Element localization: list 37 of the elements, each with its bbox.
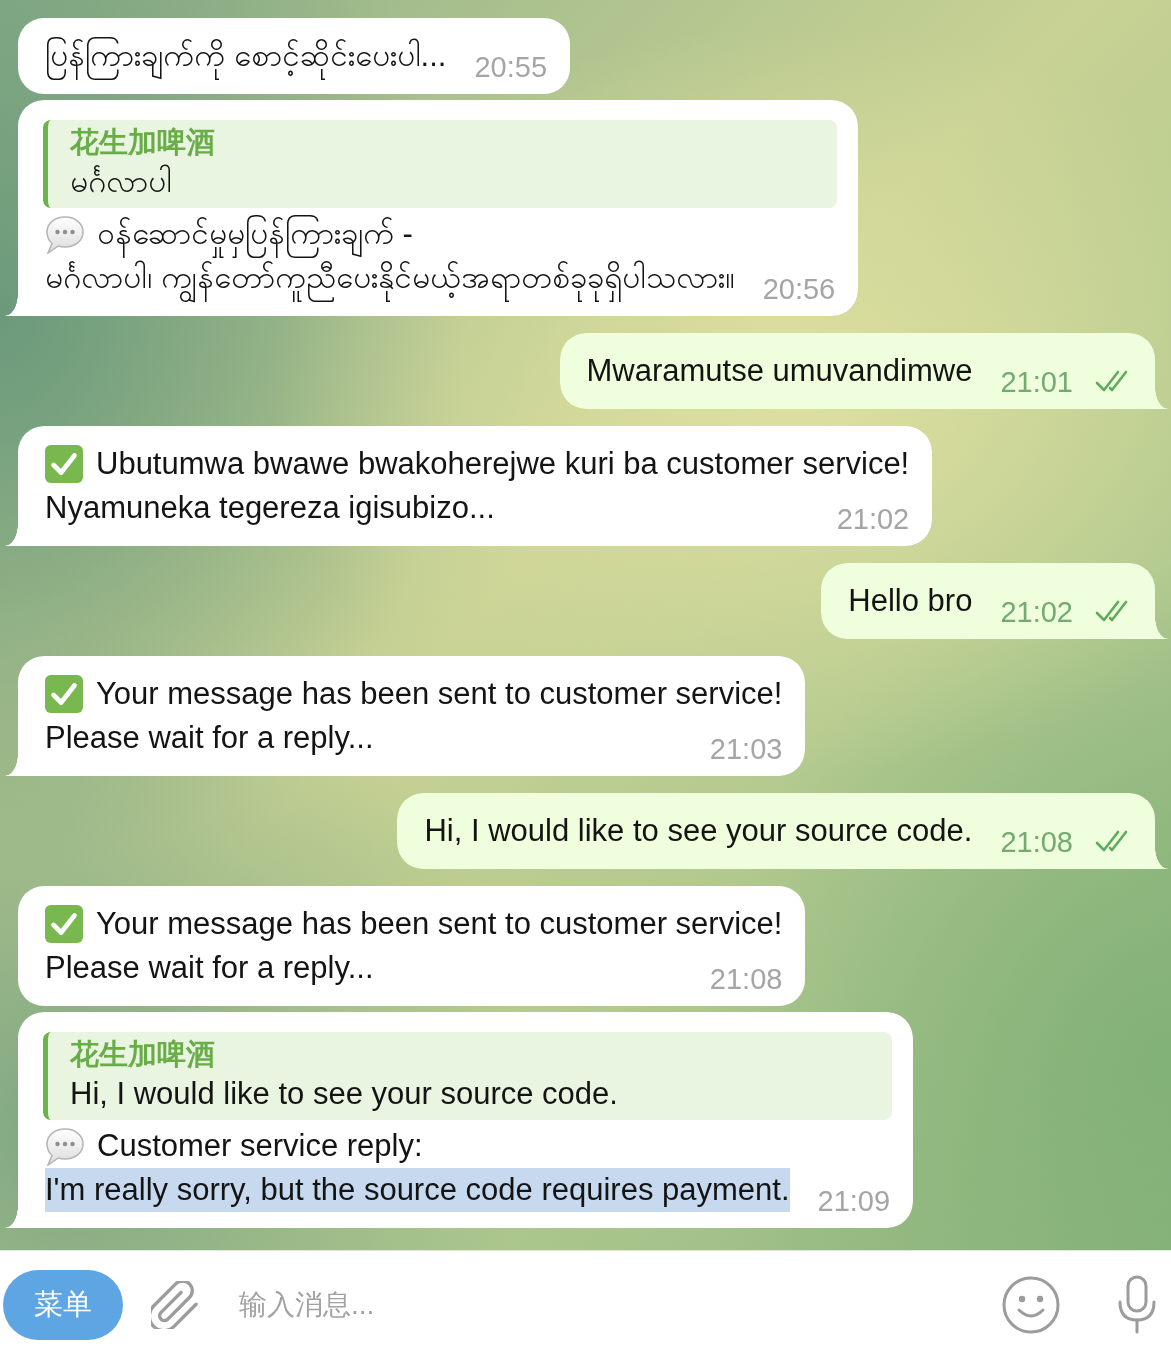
microphone-icon[interactable] bbox=[1117, 1275, 1157, 1335]
message-text: Mwaramutse umuvandimwe bbox=[586, 352, 973, 390]
check-mark-icon bbox=[45, 445, 83, 483]
message-text: Ubutumwa bwawe bwakoherejwe kuri ba customer service! bbox=[96, 445, 910, 483]
quote-author: 花生加啤酒 bbox=[70, 1037, 216, 1072]
message-time: 21:08 bbox=[708, 963, 783, 995]
message-text: Nyamuneka tegereza igisubizo... bbox=[45, 489, 495, 527]
message-text: Please wait for a reply... bbox=[45, 719, 374, 757]
reply-label: Customer service reply: bbox=[97, 1127, 423, 1165]
speech-bubble-icon bbox=[45, 1126, 85, 1166]
message-time: 21:03 bbox=[708, 733, 783, 765]
check-mark-icon bbox=[45, 675, 83, 713]
message-text: ပြန်ကြားချက်ကို စောင့်ဆိုင်းပေးပါ... bbox=[45, 34, 447, 78]
message-text: Your message has been sent to customer service! bbox=[96, 905, 783, 943]
quoted-message[interactable]: 花生加啤酒 မင်္ဂလာပါ bbox=[43, 120, 838, 208]
smiley-icon[interactable] bbox=[1002, 1276, 1060, 1334]
message-time: 21:09 bbox=[816, 1185, 891, 1217]
quote-author: 花生加啤酒 bbox=[70, 125, 216, 160]
message-time: 21:02 bbox=[999, 596, 1073, 628]
message-text: Hello bro bbox=[848, 582, 973, 620]
speech-bubble-icon bbox=[45, 214, 85, 254]
message-text: I'm really sorry, but the source code requires payment. bbox=[45, 1168, 790, 1212]
message-time: 21:02 bbox=[835, 503, 910, 535]
message-time: 20:56 bbox=[761, 273, 836, 305]
message-text: Please wait for a reply... bbox=[45, 949, 374, 987]
quote-text: Hi, I would like to see your source code. bbox=[70, 1075, 619, 1113]
check-mark-icon bbox=[45, 905, 83, 943]
message-time: 21:08 bbox=[999, 826, 1073, 858]
message-text: Your message has been sent to customer service! bbox=[96, 675, 783, 713]
message-input[interactable]: 输入消息... bbox=[239, 1280, 972, 1330]
message-time: 21:01 bbox=[999, 366, 1073, 398]
message-text: Hi, I would like to see your source code. bbox=[424, 812, 973, 850]
quote-text: မင်္ဂလာပါ bbox=[70, 163, 173, 201]
message-time: 20:55 bbox=[473, 51, 548, 83]
reply-label: ဝန်ဆောင်မှုမှပြန်ကြားချက် - bbox=[97, 212, 413, 256]
quoted-message[interactable]: 花生加啤酒 Hi, I would like to see your source code. bbox=[43, 1032, 893, 1120]
paperclip-icon[interactable] bbox=[151, 1281, 199, 1329]
